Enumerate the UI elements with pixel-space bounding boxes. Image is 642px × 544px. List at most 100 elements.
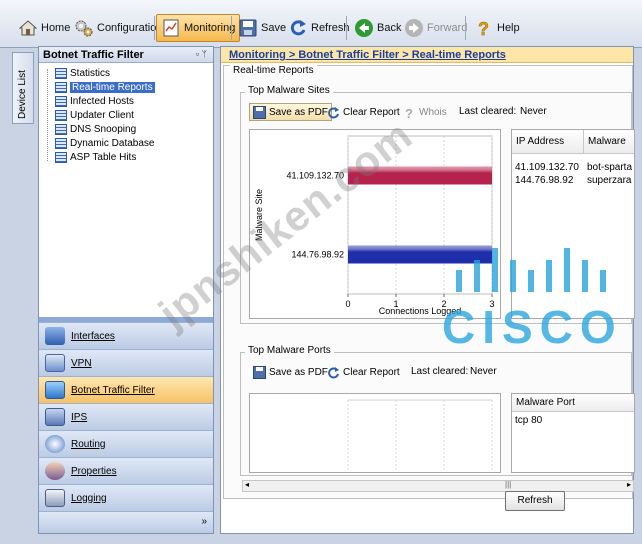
chart-category-label: 144.76.98.92	[291, 250, 344, 260]
nav-panel-header: Botnet Traffic Filter ▫ ᛘ	[39, 47, 213, 63]
monitor-icon	[161, 18, 181, 38]
table-cell[interactable]: 41.109.132.70	[512, 162, 584, 175]
report-icon	[55, 109, 67, 121]
breadcrumb-text: Monitoring > Botnet Traffic Filter > Rea…	[229, 49, 506, 61]
tree-item-real-time-reports[interactable]: Real-time Reports	[55, 80, 155, 94]
nav-section-label: IPS	[71, 411, 88, 423]
nav-section-properties[interactable]: Properties	[39, 457, 213, 484]
report-icon	[55, 95, 67, 107]
nav-section-ips[interactable]: IPS	[39, 403, 213, 430]
main-toolbar: Home Configuration Monitoring Save Refre…	[0, 0, 642, 48]
pin-icon[interactable]: ▫ ᛘ	[196, 49, 207, 59]
toolbar-divider	[154, 16, 155, 40]
forward-button[interactable]: Forward	[400, 14, 471, 42]
monitoring-label: Monitoring	[184, 22, 236, 34]
monitoring-button[interactable]: Monitoring	[156, 14, 241, 42]
nav-section-logging[interactable]: Logging	[39, 484, 213, 511]
scroll-right-icon[interactable]: ▸	[627, 480, 631, 489]
chart-x-tick-label: 0	[345, 299, 350, 309]
scroll-thumb-grip[interactable]: |||	[505, 480, 511, 489]
configuration-button[interactable]: Configuration	[70, 14, 166, 42]
help-icon: ?	[474, 18, 494, 40]
logging-icon	[45, 489, 65, 507]
horizontal-scrollbar[interactable]: ◂ ||| ▸	[242, 480, 634, 492]
ips-icon	[45, 408, 65, 426]
tree-item-statistics[interactable]: Statistics	[55, 66, 110, 80]
botnet-icon	[45, 381, 65, 399]
help-label: Help	[497, 22, 520, 34]
nav-section-botnet-traffic-filter[interactable]: Botnet Traffic Filter	[39, 376, 213, 403]
tree-connector	[47, 69, 48, 161]
refresh-button[interactable]: Refresh	[284, 14, 354, 42]
ports-clear-report-button[interactable]: Clear Report	[323, 363, 404, 381]
last-cleared-label: Last cleared:	[459, 106, 517, 117]
gears-icon	[74, 18, 94, 38]
last-cleared-label: Last cleared:	[411, 366, 469, 377]
svg-text:?: ?	[405, 106, 413, 119]
help-button[interactable]: ? Help	[470, 14, 524, 42]
nav-section-vpn[interactable]: VPN	[39, 349, 213, 376]
ports-save-pdf-button[interactable]: Save as PDF	[249, 363, 332, 381]
toolbar-divider	[231, 16, 232, 40]
breadcrumb[interactable]: Monitoring > Botnet Traffic Filter > Rea…	[221, 47, 633, 63]
cisco-logo-bars	[456, 248, 606, 292]
malware-ports-table: Malware Port tcp 80	[511, 393, 635, 473]
nav-section-routing[interactable]: Routing	[39, 430, 213, 457]
refresh-label: Refresh	[311, 22, 350, 34]
configuration-label: Configuration	[97, 22, 163, 34]
table-cell[interactable]: 144.76.98.92	[512, 175, 584, 188]
table-cell[interactable]: superzara	[584, 175, 634, 188]
refresh-icon	[288, 18, 308, 38]
device-list-tab[interactable]: Device List	[12, 52, 34, 124]
table-header[interactable]: Malware	[584, 130, 634, 154]
save-button[interactable]: Save	[234, 14, 290, 42]
save-pdf-label: Save as PDF	[269, 106, 328, 118]
nav-section-label: VPN	[71, 357, 92, 369]
forward-arrow-icon	[404, 18, 424, 38]
table-header[interactable]: Malware Port	[512, 394, 634, 412]
last-cleared-value: Never	[520, 106, 547, 117]
tree-label: ASP Table Hits	[70, 151, 137, 163]
toolbar-divider	[346, 16, 347, 40]
home-button[interactable]: Home	[14, 14, 74, 42]
cisco-logo-text: CISCO	[442, 301, 623, 353]
clear-icon	[327, 106, 340, 119]
forward-label: Forward	[427, 22, 468, 34]
group-title: Real-time Reports	[230, 65, 317, 76]
table-cell[interactable]: tcp 80	[512, 415, 634, 428]
ports-title: Top Malware Ports	[245, 345, 334, 356]
back-button[interactable]: Back	[350, 14, 405, 42]
sites-whois-button[interactable]: ? Whois	[399, 103, 451, 121]
table-header[interactable]: IP Address	[512, 130, 584, 154]
tree-item-updater-client[interactable]: Updater Client	[55, 108, 134, 122]
nav-panel-title: Botnet Traffic Filter	[43, 49, 144, 61]
properties-icon	[45, 462, 65, 480]
report-icon	[55, 81, 67, 93]
scroll-left-icon[interactable]: ◂	[245, 480, 249, 489]
save-pdf-label: Save as PDF	[269, 366, 328, 378]
svg-text:?: ?	[478, 19, 489, 38]
refresh-button[interactable]: Refresh	[505, 491, 565, 511]
vpn-icon	[45, 354, 65, 372]
tree-label: Infected Hosts	[70, 95, 134, 107]
device-list-label: Device List	[17, 70, 28, 119]
nav-more-button[interactable]: »	[39, 511, 213, 533]
tree-label: Updater Client	[70, 109, 134, 121]
interfaces-icon	[45, 327, 65, 345]
sites-title: Top Malware Sites	[245, 85, 333, 96]
tree-item-dynamic-database[interactable]: Dynamic Database	[55, 136, 154, 150]
sites-save-pdf-button[interactable]: Save as PDF	[249, 103, 332, 121]
table-cell[interactable]: bot-sparta	[584, 162, 634, 175]
back-arrow-icon	[354, 18, 374, 38]
home-label: Home	[41, 22, 71, 34]
save-label: Save	[261, 22, 287, 34]
top-malware-ports-group: Top Malware Ports Save as PDF Clear Repo…	[240, 345, 635, 476]
report-icon	[55, 123, 67, 135]
tree-item-infected-hosts[interactable]: Infected Hosts	[55, 94, 134, 108]
floppy-icon	[238, 18, 258, 38]
toolbar-divider	[465, 16, 466, 40]
tree-item-dns-snooping[interactable]: DNS Snooping	[55, 122, 136, 136]
nav-section-label: Botnet Traffic Filter	[71, 384, 155, 396]
tree-item-asp-table-hits[interactable]: ASP Table Hits	[55, 150, 136, 164]
last-cleared-value: Never	[470, 366, 497, 377]
